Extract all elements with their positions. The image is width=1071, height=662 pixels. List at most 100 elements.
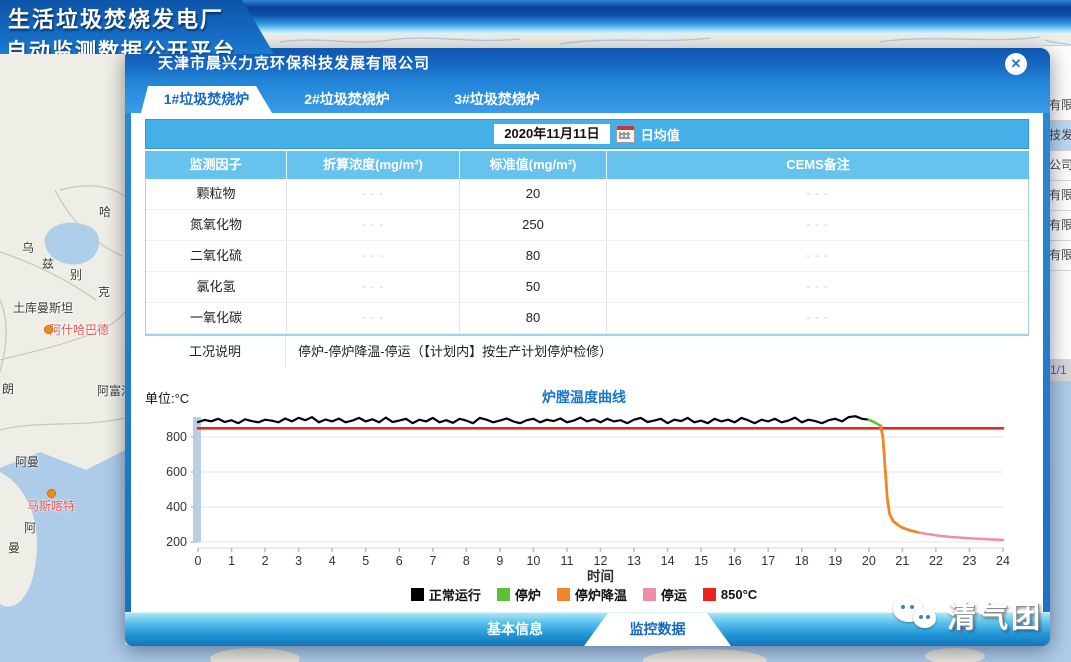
cell-concentration: - - - [287,241,460,271]
x-tick-label: 12 [594,554,608,568]
cell-remark: - - - [607,303,1028,333]
x-tick-label: 18 [795,554,809,568]
tab-monitoring-data[interactable]: 监控数据 [584,613,731,646]
x-tick-label: 10 [526,554,540,568]
date-bar: 2020年11月11日 日均值 [145,119,1029,149]
legend-swatch [411,588,424,601]
map-city-dot [44,325,53,334]
legend-item: 停运 [643,585,687,604]
cell-factor: 一氧化碳 [146,303,287,333]
map-place-label: 曼 [8,539,20,556]
table-row: 颗粒物- - -20- - - [146,179,1028,210]
date-input[interactable]: 2020年11月11日 [494,124,609,144]
x-tick-label: 15 [694,554,708,568]
legend-label: 850°C [721,587,757,602]
x-tick-label: 17 [761,554,775,568]
map-place-label: 乌 [22,239,34,256]
x-tick-label: 21 [895,554,909,568]
page: 哈乌兹别克土库曼斯坦阿什哈巴德朗阿富汗阿曼马斯喀特阿曼 有限技发公司有限有限有限… [0,0,1071,662]
map-place-label: 阿 [24,519,36,536]
legend-label: 停炉降温 [575,585,627,604]
x-tick-label: 5 [362,554,369,568]
dialog-content: 2020年11月11日 日均值 监测因子折算浓度(mg/m³)标准值(mg/m³… [131,113,1043,612]
x-tick-label: 13 [627,554,641,568]
cell-remark: - - - [607,241,1028,271]
x-tick-label: 24 [996,554,1010,568]
condition-label: 工况说明 [145,336,286,368]
temperature-chart: 2004006008000123456789101112131415161718… [131,385,1037,585]
site-title-block: 生活垃圾焚烧发电厂 自动监测数据公开平台 [0,0,274,54]
y-scrollbar[interactable] [193,417,201,542]
cell-factor: 氮氧化物 [146,210,287,240]
tab-basic-info[interactable]: 基本信息 [445,613,585,646]
close-icon[interactable]: ✕ [1005,53,1027,75]
table-header-row: 监测因子折算浓度(mg/m³)标准值(mg/m³)CEMS备注 [145,151,1029,179]
table-row: 氮氧化物- - -250- - - [146,210,1028,241]
legend-item: 停炉降温 [557,585,627,604]
legend-swatch [703,588,716,601]
map-place-label: 朗 [2,380,14,397]
legend-swatch [643,588,656,601]
tab-incinerator-1[interactable]: 1#垃圾焚烧炉 [141,86,272,113]
legend-item: 停炉 [497,585,541,604]
calendar-icon[interactable] [616,125,635,143]
x-tick-label: 23 [963,554,977,568]
legend-swatch [557,588,570,601]
legend-label: 正常运行 [429,585,481,604]
x-tick-label: 19 [828,554,842,568]
daily-average-label: 日均值 [641,125,680,144]
cell-standard: 250 [460,210,607,240]
x-axis-label: 时间 [587,568,614,584]
x-tick-label: 0 [195,554,202,568]
x-tick-label: 3 [295,554,302,568]
legend-label: 停运 [661,585,687,604]
legend-label: 停炉 [515,585,541,604]
table-row: 二氧化硫- - -80- - - [146,241,1028,272]
tab-incinerator-3[interactable]: 3#垃圾焚烧炉 [422,86,572,113]
watermark-text: 清气团 [947,594,1043,636]
table-row: 一氧化碳- - -80- - - [146,303,1028,334]
map-place-label: 兹 [42,255,54,272]
monitoring-table: 2020年11月11日 日均值 监测因子折算浓度(mg/m³)标准值(mg/m³… [145,119,1029,368]
map-sea-bottom [0,645,1071,662]
cell-concentration: - - - [287,210,460,240]
cell-remark: - - - [607,272,1028,302]
map-city-dot [47,489,56,498]
y-tick-label: 600 [166,465,187,479]
x-tick-label: 4 [329,554,336,568]
cell-remark: - - - [607,210,1028,240]
map-place-label: 别 [70,266,82,283]
cell-factor: 二氧化硫 [146,241,287,271]
cell-remark: - - - [607,179,1028,209]
x-tick-label: 11 [560,554,573,568]
column-header: CEMS备注 [607,151,1029,179]
x-tick-label: 9 [496,554,503,568]
cell-standard: 50 [460,272,607,302]
watermark: 清气团 [893,594,1043,636]
cell-standard: 20 [460,179,607,209]
legend-item: 正常运行 [411,585,481,604]
cell-standard: 80 [460,303,607,333]
map-place-label: 克 [98,283,110,300]
column-header: 标准值(mg/m³) [460,151,607,179]
cell-concentration: - - - [287,303,460,333]
series-停运 [919,533,1003,540]
y-tick-label: 200 [166,535,187,549]
x-tick-label: 1 [228,554,235,568]
company-dialog: 天津市晨兴力克环保科技发展有限公司 ✕ 1#垃圾焚烧炉2#垃圾焚烧炉3#垃圾焚烧… [125,48,1050,645]
x-tick-label: 20 [862,554,876,568]
x-tick-label: 2 [262,554,269,568]
tab-incinerator-2[interactable]: 2#垃圾焚烧炉 [272,86,422,113]
cell-standard: 80 [460,241,607,271]
map-place-label: 阿什哈巴德 [49,321,109,338]
map-rivers [280,37,1071,45]
series-停炉降温 [881,426,920,533]
x-tick-label: 7 [429,554,436,568]
map-place-label: 哈 [99,203,111,220]
map-place-label: 马斯喀特 [27,497,75,514]
condition-value: 停炉-停炉降温-停运（【计划内】按生产计划停炉检修） [286,336,1029,368]
x-tick-label: 14 [661,554,675,568]
y-tick-label: 800 [166,430,187,444]
legend-swatch [497,588,510,601]
y-tick-label: 400 [166,500,187,514]
